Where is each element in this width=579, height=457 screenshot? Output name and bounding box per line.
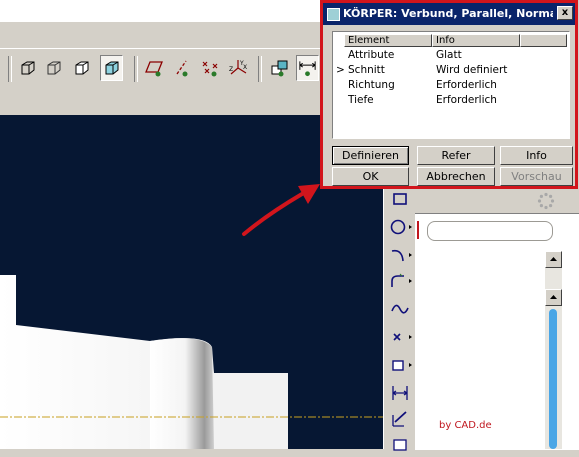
element-name: Schnitt: [348, 64, 385, 76]
toolbar-separator: [8, 56, 12, 82]
constraint-icon[interactable]: [386, 433, 414, 457]
close-icon: x: [561, 7, 569, 18]
offset-icon[interactable]: [386, 353, 414, 377]
panel-scrollbar[interactable]: [545, 251, 562, 449]
wireframe-view-icon[interactable]: [16, 55, 39, 81]
element-info: Glatt: [436, 49, 462, 61]
shaded-view-icon[interactable]: [100, 55, 123, 81]
sketch-toolbar: [383, 185, 416, 451]
element-name: Richtung: [348, 79, 395, 91]
column-header-spacer: [520, 34, 567, 47]
navigator-panel: [415, 185, 579, 450]
dialog-title: KÖRPER: Verbund, Parallel, Normale...: [343, 7, 553, 20]
list-item[interactable]: Tiefe Erforderlich: [333, 93, 569, 108]
column-header-element[interactable]: Element: [344, 34, 432, 47]
datum-point-icon[interactable]: [198, 55, 221, 81]
svg-text:Z: Z: [229, 66, 233, 73]
scroll-up-button[interactable]: [545, 251, 562, 268]
element-name: Tiefe: [348, 94, 374, 106]
vorschau-button[interactable]: Vorschau: [500, 167, 573, 186]
list-item[interactable]: > Schnitt Wird definiert: [333, 63, 569, 78]
info-button[interactable]: Info: [500, 146, 573, 165]
element-info: Erforderlich: [436, 94, 497, 106]
window-icon: [327, 8, 340, 21]
scroll-thumb-button[interactable]: [545, 289, 562, 306]
element-info: Erforderlich: [436, 79, 497, 91]
close-button[interactable]: x: [557, 6, 573, 20]
dimension-display-icon[interactable]: [296, 55, 319, 81]
no-hidden-view-icon[interactable]: [70, 55, 93, 81]
circle-icon[interactable]: [386, 215, 414, 239]
abbrechen-button[interactable]: Abbrechen: [417, 167, 495, 186]
menu-strip: [0, 22, 326, 49]
dialog-title-bar[interactable]: KÖRPER: Verbund, Parallel, Normale... x: [323, 3, 575, 25]
arc-icon[interactable]: [386, 243, 414, 267]
ok-button[interactable]: OK: [332, 167, 409, 186]
datum-axis-icon[interactable]: [170, 55, 193, 81]
list-item[interactable]: Richtung Erforderlich: [333, 78, 569, 93]
busy-indicator-icon: [537, 192, 555, 210]
fillet-icon[interactable]: [386, 269, 414, 293]
refer-button[interactable]: Refer: [417, 146, 495, 165]
hidden-line-view-icon[interactable]: [42, 55, 65, 81]
layer-icon[interactable]: [268, 55, 291, 81]
credit-text: by CAD.de: [439, 420, 492, 431]
toolbar-separator: [258, 56, 262, 82]
column-header-info[interactable]: Info: [432, 34, 520, 47]
element-name: Attribute: [348, 49, 395, 61]
svg-text:X: X: [243, 64, 247, 71]
main-toolbar-area: YZX: [0, 0, 330, 115]
coordinate-system-icon[interactable]: YZX: [226, 55, 249, 81]
annotation-arrow: [242, 184, 320, 236]
address-field[interactable]: [427, 221, 553, 241]
element-list[interactable]: Element Info Attribute Glatt > Schnitt W…: [332, 31, 570, 139]
current-row-marker: >: [336, 64, 345, 76]
definieren-button[interactable]: Definieren: [332, 146, 409, 165]
menu-bar: [0, 0, 326, 23]
feature-dialog: KÖRPER: Verbund, Parallel, Normale... x …: [320, 0, 578, 189]
list-item[interactable]: Attribute Glatt: [333, 48, 569, 63]
scroll-thumb[interactable]: [549, 309, 557, 449]
address-marker: [417, 221, 425, 239]
element-info: Wird definiert: [436, 64, 508, 76]
datum-plane-icon[interactable]: [142, 55, 165, 81]
spline-icon[interactable]: [386, 297, 414, 321]
modify-icon[interactable]: [386, 407, 414, 431]
rectangle-icon[interactable]: [386, 187, 414, 211]
point-icon[interactable]: [386, 325, 414, 349]
toolbar-separator: [134, 56, 138, 82]
dimension-icon[interactable]: [386, 381, 414, 405]
